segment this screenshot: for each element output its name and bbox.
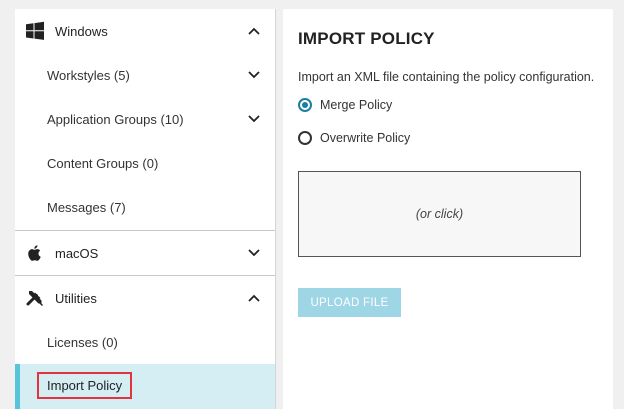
windows-logo-icon [25,21,45,41]
sidebar-item-label: Licenses (0) [47,334,118,350]
chevron-down-icon[interactable] [247,246,261,260]
window-frame: Windows Workstyles (5) Application Group… [0,0,624,409]
page-description: Import an XML file containing the policy… [298,70,595,84]
sidebar-item-label: Import Policy [37,372,133,399]
chevron-down-icon[interactable] [247,112,261,126]
sidebar-item-application-groups[interactable]: Application Groups (10) [15,97,275,141]
sidebar-item-label: Messages (7) [47,199,126,215]
import-policy-panel: IMPORT POLICY Import an XML file contain… [283,9,613,409]
active-indicator [15,364,20,409]
overwrite-policy-option[interactable]: Overwrite Policy [298,131,410,145]
chevron-up-icon[interactable] [247,24,261,38]
upload-file-button[interactable]: UPLOAD FILE [298,288,401,317]
sidebar-nav: Windows Workstyles (5) Application Group… [15,9,276,409]
file-dropzone[interactable]: (or click) [298,171,581,257]
sidebar-item-label: Content Groups (0) [47,155,159,171]
page-title: IMPORT POLICY [298,29,435,48]
tools-icon [25,288,45,308]
sidebar-item-import-policy[interactable]: Import Policy [15,364,275,409]
dropzone-hint: (or click) [415,207,464,221]
overwrite-policy-label: Overwrite Policy [320,131,411,145]
sidebar-item-label: Workstyles (5) [47,67,130,83]
sidebar-section-macos[interactable]: macOS [15,231,275,275]
merge-policy-label: Merge Policy [320,98,393,112]
radio-unchecked-icon[interactable] [298,131,312,145]
sidebar-item-licenses[interactable]: Licenses (0) [15,320,275,364]
sidebar-section-label: Windows [55,23,108,39]
sidebar-section-utilities[interactable]: Utilities [15,276,275,320]
sidebar-section-label: Utilities [55,290,97,306]
chevron-up-icon[interactable] [247,291,261,305]
merge-policy-option[interactable]: Merge Policy [298,98,392,112]
sidebar-item-content-groups[interactable]: Content Groups (0) [15,141,275,185]
sidebar-section-windows[interactable]: Windows [15,9,275,53]
sidebar-section-label: macOS [55,245,99,261]
chevron-down-icon[interactable] [247,68,261,82]
radio-checked-icon[interactable] [298,98,312,112]
sidebar-item-label: Application Groups (10) [47,111,184,127]
apple-logo-icon [25,243,45,263]
sidebar-item-workstyles[interactable]: Workstyles (5) [15,53,275,97]
sidebar-item-messages[interactable]: Messages (7) [15,185,275,229]
